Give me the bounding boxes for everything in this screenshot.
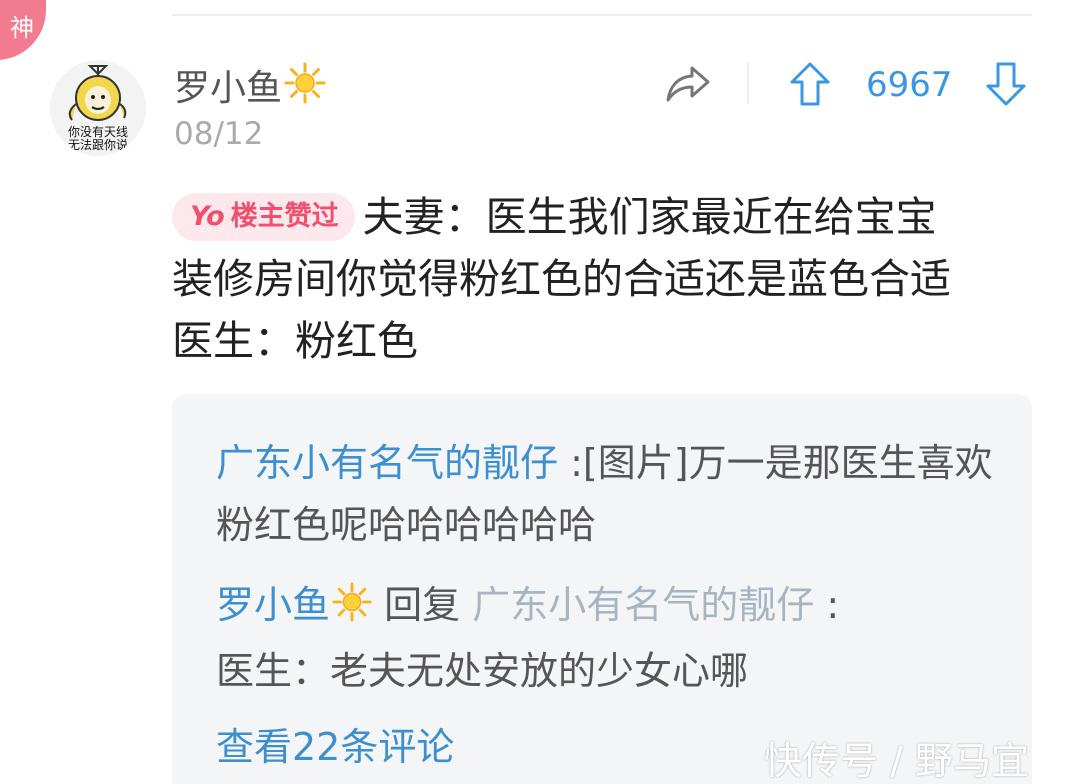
- reply-target[interactable]: 广东小有名气的靓仔: [472, 583, 814, 627]
- comment-content: Yo 楼主赞过 夫妻：医生我们家最近在给宝宝 装修房间你觉得粉红色的合适还是蓝色合适…: [172, 186, 1040, 372]
- reply-word: 回复: [384, 583, 461, 627]
- content-line-2: 装修房间你觉得粉红色的合适还是蓝色合适: [172, 255, 951, 303]
- content-line-1: Yo 楼主赞过 夫妻：医生我们家最近在给宝宝: [172, 186, 1040, 248]
- god-comment-badge: 神: [0, 0, 46, 60]
- vote-count: 6967: [866, 65, 953, 105]
- username-text: 罗小鱼: [174, 68, 283, 109]
- share-icon[interactable]: [664, 62, 712, 106]
- content-line-3: 医生：粉红色: [172, 317, 418, 365]
- sun-icon: [332, 578, 372, 640]
- upvote-icon[interactable]: [788, 60, 832, 108]
- action-divider: [747, 62, 749, 104]
- top-divider: [172, 14, 1032, 16]
- sun-icon: [284, 62, 326, 116]
- reply-separator: :: [826, 583, 840, 627]
- reply-author[interactable]: 广东小有名气的靓仔: [216, 441, 558, 485]
- watermark: 快传号 / 野马宜: [764, 739, 1029, 783]
- view-comments-link[interactable]: 查看22条评论: [216, 722, 454, 772]
- reply-item[interactable]: 广东小有名气的靓仔 :[图片]万一是那医生喜欢粉红色呢哈哈哈哈哈哈: [216, 432, 996, 556]
- comment-page: 神 你没有天线 无法跟你说 罗小鱼 08/12 6967 Yo 楼主赞过 夫妻：…: [0, 0, 1080, 784]
- reply-item[interactable]: 罗小鱼 回复 广东小有名气的靓仔 : 医生：老夫无处安放的少女心哪: [216, 574, 996, 702]
- op-liked-badge: Yo 楼主赞过: [172, 193, 355, 241]
- username[interactable]: 罗小鱼: [174, 62, 326, 116]
- avatar-caption: 你没有天线 无法跟你说: [67, 125, 128, 152]
- reply-separator: :: [570, 441, 583, 485]
- reply-box: 广东小有名气的靓仔 :[图片]万一是那医生喜欢粉红色呢哈哈哈哈哈哈 罗小鱼 回复…: [172, 394, 1032, 784]
- reply-author[interactable]: 罗小鱼: [216, 583, 330, 627]
- badge-label: 神: [10, 14, 34, 42]
- downvote-icon[interactable]: [984, 60, 1028, 108]
- avatar[interactable]: 你没有天线 无法跟你说: [50, 60, 146, 156]
- post-date: 08/12: [174, 116, 264, 152]
- reply-text: 医生：老夫无处安放的少女心哪: [216, 649, 749, 693]
